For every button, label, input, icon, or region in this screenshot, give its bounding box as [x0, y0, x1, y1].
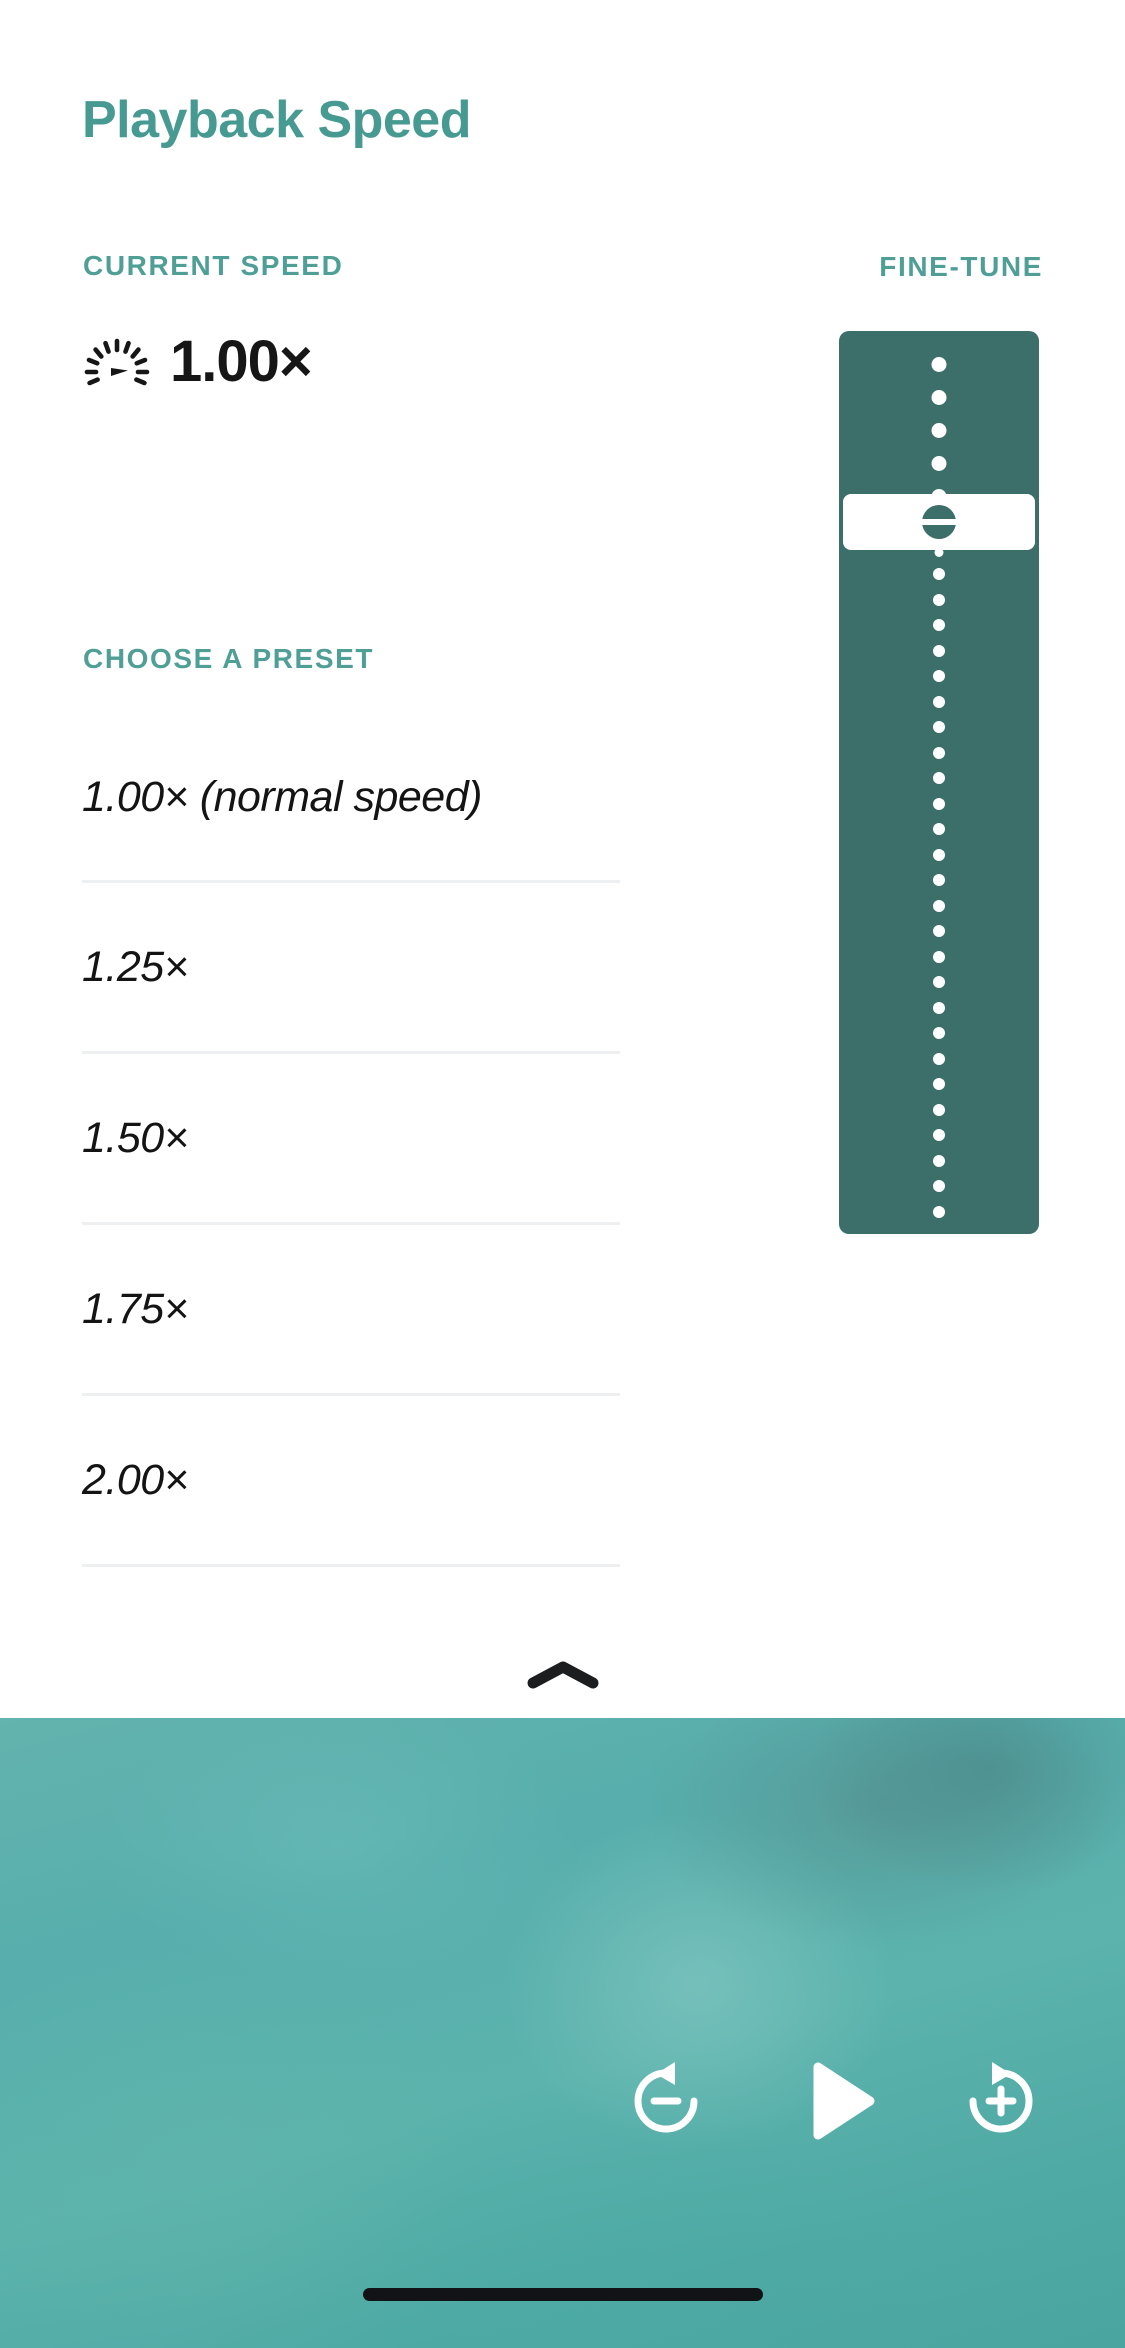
slider-tick-dot: [933, 848, 945, 861]
slider-tick-dot: [933, 568, 945, 580]
replay-minus-icon: [634, 2062, 698, 2133]
slider-tick-dot: [933, 644, 945, 657]
slider-tick-dot: [933, 1001, 945, 1014]
preset-label: 1.25×: [82, 942, 189, 991]
slider-tick-dot: [933, 772, 945, 784]
preset-row[interactable]: 1.00× (normal speed): [82, 715, 620, 883]
slider-tick-dot: [933, 823, 945, 835]
slider-tick-dot: [931, 357, 947, 372]
preset-row[interactable]: 1.25×: [82, 883, 620, 1054]
home-indicator: [362, 2288, 763, 2301]
playback-speed-sheet: Playback Speed CURRENT SPEED FINE-TUNE 1…: [0, 0, 1125, 1718]
slider-tick-dot: [933, 721, 945, 733]
rewind-button[interactable]: [618, 2053, 714, 2149]
preset-label: 1.50×: [82, 1113, 189, 1162]
speedometer-icon: [84, 338, 150, 386]
slider-tick-dot: [931, 456, 947, 471]
slider-tick-dot: [933, 746, 945, 759]
current-speed-label: CURRENT SPEED: [83, 250, 344, 281]
slider-tick-dot: [933, 1052, 945, 1065]
page-title: Playback Speed: [82, 91, 472, 149]
forward-button[interactable]: [953, 2053, 1049, 2149]
slider-tick-dot: [933, 670, 945, 682]
choose-preset-label: CHOOSE A PRESET: [83, 643, 375, 674]
forward-plus-icon: [969, 2062, 1033, 2133]
preset-label: 2.00×: [82, 1455, 189, 1504]
play-icon: [813, 2062, 875, 2140]
slider-thumb[interactable]: [843, 494, 1035, 550]
preset-row[interactable]: 1.50×: [82, 1054, 620, 1225]
current-speed-value: 1.00×: [170, 329, 313, 394]
fine-tune-slider[interactable]: [839, 331, 1039, 1234]
slider-tick-dot: [933, 797, 945, 810]
slider-tick-dot: [933, 950, 945, 963]
slider-tick-dot: [933, 976, 945, 988]
preset-list: 1.00× (normal speed) 1.25× 1.50× 1.75× 2…: [82, 715, 620, 1567]
app-screen: Playback Speed CURRENT SPEED FINE-TUNE 1…: [0, 0, 1125, 2348]
preset-label: 1.00× (normal speed): [82, 773, 482, 821]
play-button[interactable]: [790, 2053, 886, 2149]
slider-tick-dot: [933, 1205, 945, 1218]
slider-track[interactable]: [839, 331, 1039, 1234]
player-controls: [0, 2053, 1125, 2149]
slider-tick-dot: [933, 1103, 945, 1116]
grip-handle-icon: [920, 505, 958, 539]
preset-row[interactable]: 2.00×: [82, 1396, 620, 1567]
slider-tick-dot: [931, 390, 947, 405]
preset-label: 1.75×: [82, 1284, 189, 1333]
video-background[interactable]: [0, 1718, 1125, 2348]
slider-tick-dot: [933, 1078, 945, 1090]
slider-tick-dots: [924, 331, 954, 1234]
slider-tick-dot: [933, 619, 945, 631]
slider-tick-dot: [931, 423, 947, 438]
current-speed-readout: 1.00×: [80, 329, 313, 394]
slider-tick-dot: [933, 1180, 945, 1192]
fine-tune-label: FINE-TUNE: [879, 251, 1043, 282]
slider-tick-dot: [933, 695, 945, 708]
collapse-sheet-button[interactable]: [503, 1645, 623, 1705]
slider-tick-dot: [933, 1027, 945, 1039]
chevron-up-icon: [527, 1661, 598, 1689]
slider-tick-dot: [933, 899, 945, 912]
slider-tick-dot: [933, 1154, 945, 1167]
slider-tick-dot: [933, 1129, 945, 1141]
preset-row[interactable]: 1.75×: [82, 1225, 620, 1396]
slider-tick-dot: [933, 874, 945, 886]
slider-tick-dot: [933, 925, 945, 937]
slider-tick-dot: [933, 593, 945, 606]
